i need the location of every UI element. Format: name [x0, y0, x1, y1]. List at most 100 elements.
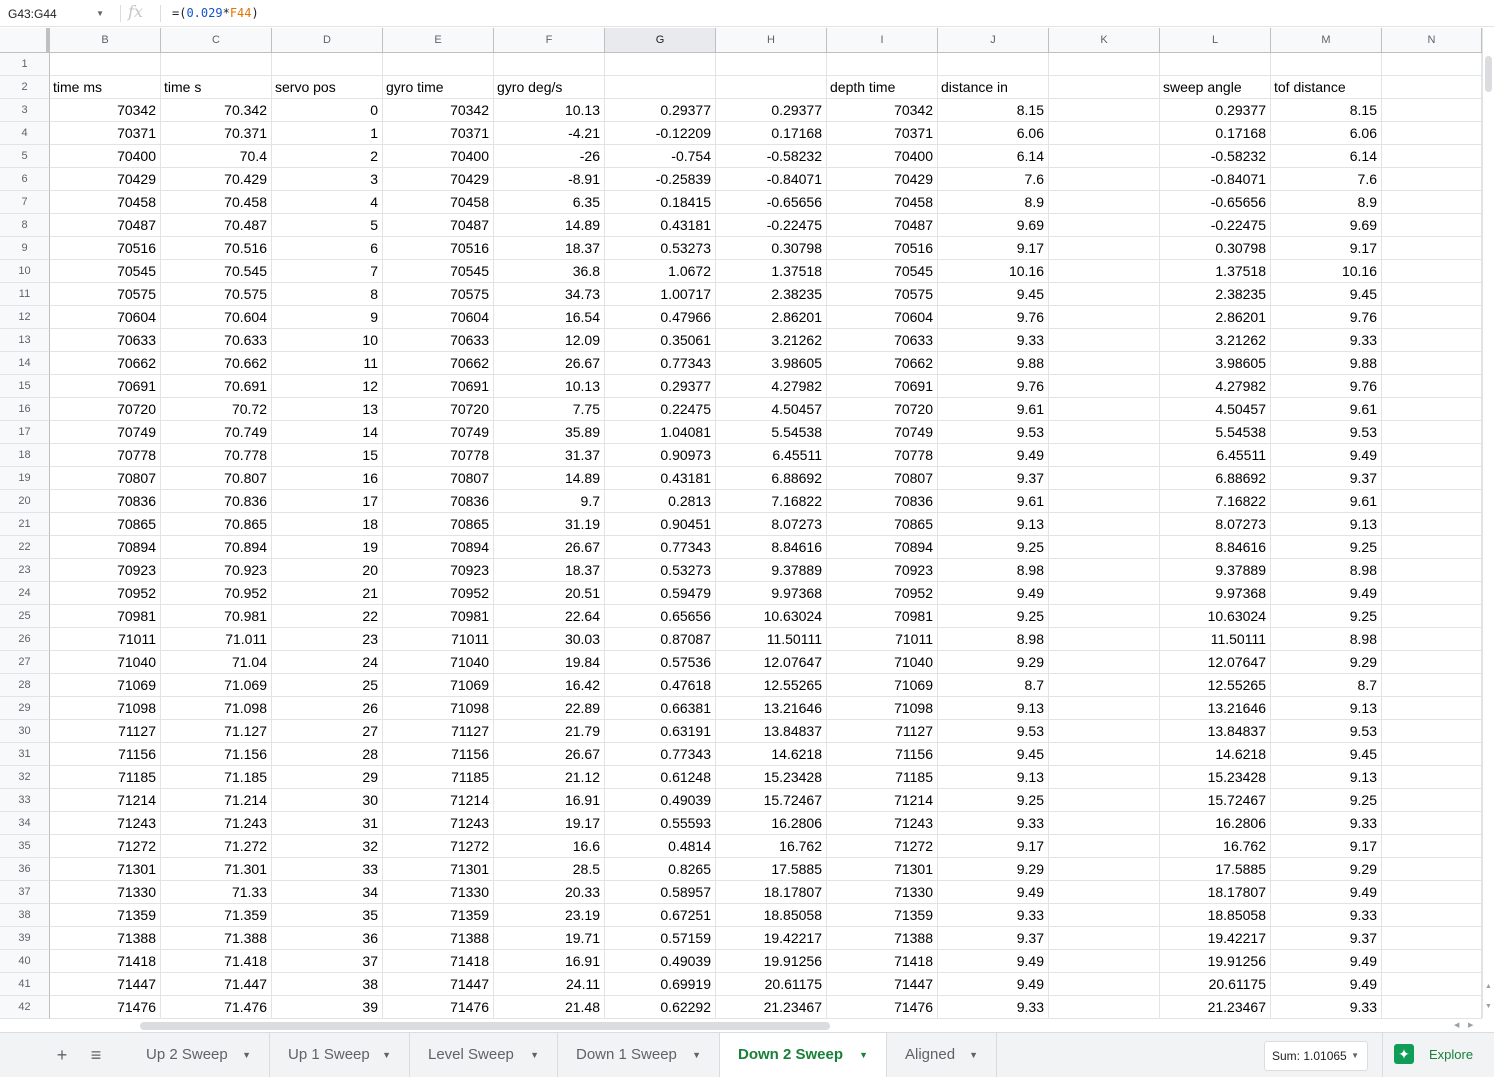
- table-cell[interactable]: [1382, 927, 1482, 950]
- table-cell[interactable]: 0.2813: [605, 490, 716, 513]
- table-cell[interactable]: 70778: [50, 444, 161, 467]
- table-cell[interactable]: [1382, 283, 1482, 306]
- table-cell[interactable]: [1049, 513, 1160, 536]
- table-cell[interactable]: [1382, 858, 1482, 881]
- table-cell[interactable]: 0.53273: [605, 559, 716, 582]
- table-cell[interactable]: [1049, 743, 1160, 766]
- row-header[interactable]: 28: [0, 674, 50, 697]
- table-cell[interactable]: 9: [272, 306, 383, 329]
- sheet-tab-aligned[interactable]: Aligned ▼: [887, 1033, 997, 1077]
- table-cell[interactable]: [1382, 720, 1482, 743]
- table-cell[interactable]: 70.662: [161, 352, 272, 375]
- table-cell[interactable]: 18: [272, 513, 383, 536]
- table-cell[interactable]: [1382, 444, 1482, 467]
- row-header[interactable]: 16: [0, 398, 50, 421]
- table-cell[interactable]: [1049, 398, 1160, 421]
- table-cell[interactable]: 0.29377: [605, 99, 716, 122]
- table-cell[interactable]: 70.923: [161, 559, 272, 582]
- table-cell[interactable]: 9.25: [1271, 605, 1382, 628]
- table-cell[interactable]: [1382, 789, 1482, 812]
- table-cell[interactable]: 9.33: [1271, 904, 1382, 927]
- table-cell[interactable]: [1382, 812, 1482, 835]
- row-header[interactable]: 7: [0, 191, 50, 214]
- table-cell[interactable]: -0.12209: [605, 122, 716, 145]
- table-cell[interactable]: [1382, 559, 1482, 582]
- table-cell[interactable]: 0.90973: [605, 444, 716, 467]
- table-cell[interactable]: 21: [272, 582, 383, 605]
- table-cell[interactable]: 0.43181: [605, 467, 716, 490]
- table-cell[interactable]: 71243: [827, 812, 938, 835]
- table-cell[interactable]: 16.42: [494, 674, 605, 697]
- table-cell[interactable]: 70662: [383, 352, 494, 375]
- table-cell[interactable]: 70691: [383, 375, 494, 398]
- table-cell[interactable]: 70429: [50, 168, 161, 191]
- table-cell[interactable]: [1382, 122, 1482, 145]
- explore-button[interactable]: ✦ Explore: [1382, 1033, 1494, 1077]
- table-cell[interactable]: 0.30798: [1160, 237, 1271, 260]
- table-cell[interactable]: 70575: [383, 283, 494, 306]
- column-title-cell[interactable]: [1382, 76, 1482, 99]
- scroll-up-icon[interactable]: ▲: [1485, 983, 1492, 990]
- table-cell[interactable]: 9.88: [1271, 352, 1382, 375]
- table-cell[interactable]: 0.87087: [605, 628, 716, 651]
- table-cell[interactable]: 9.17: [938, 835, 1049, 858]
- table-cell[interactable]: 21.23467: [716, 996, 827, 1019]
- table-cell[interactable]: 70400: [50, 145, 161, 168]
- column-title-cell[interactable]: gyro deg/s: [494, 76, 605, 99]
- chevron-down-icon[interactable]: ▼: [692, 1033, 701, 1077]
- table-cell[interactable]: 0.77343: [605, 743, 716, 766]
- table-cell[interactable]: 9.49: [938, 444, 1049, 467]
- table-cell[interactable]: 6.14: [938, 145, 1049, 168]
- column-title-cell[interactable]: sweep angle: [1160, 76, 1271, 99]
- table-cell[interactable]: 9.25: [938, 605, 1049, 628]
- table-cell[interactable]: [1382, 582, 1482, 605]
- table-cell[interactable]: [1049, 191, 1160, 214]
- table-cell[interactable]: -0.65656: [716, 191, 827, 214]
- table-cell[interactable]: 8.7: [1271, 674, 1382, 697]
- table-cell[interactable]: 71301: [827, 858, 938, 881]
- sheet-tab-down-2-sweep[interactable]: Down 2 Sweep ▼: [720, 1033, 887, 1077]
- table-cell[interactable]: 31: [272, 812, 383, 835]
- table-cell[interactable]: 3.21262: [1160, 329, 1271, 352]
- table-cell[interactable]: [1049, 168, 1160, 191]
- table-cell[interactable]: 71272: [827, 835, 938, 858]
- table-cell[interactable]: 9.45: [1271, 743, 1382, 766]
- table-cell[interactable]: 7.75: [494, 398, 605, 421]
- table-cell[interactable]: 71011: [827, 628, 938, 651]
- column-header-l[interactable]: L: [1160, 28, 1271, 52]
- table-cell[interactable]: 70429: [383, 168, 494, 191]
- table-cell[interactable]: 70.778: [161, 444, 272, 467]
- formula-input[interactable]: =(0.029*F44): [172, 6, 259, 20]
- table-cell[interactable]: 70749: [383, 421, 494, 444]
- table-cell[interactable]: 5: [272, 214, 383, 237]
- table-cell[interactable]: 33: [272, 858, 383, 881]
- table-cell[interactable]: 6.88692: [1160, 467, 1271, 490]
- table-cell[interactable]: -0.22475: [1160, 214, 1271, 237]
- table-cell[interactable]: 70545: [50, 260, 161, 283]
- table-cell[interactable]: 9.25: [1271, 789, 1382, 812]
- table-cell[interactable]: 8.84616: [1160, 536, 1271, 559]
- table-cell[interactable]: 9.33: [938, 996, 1049, 1019]
- table-cell[interactable]: 71301: [383, 858, 494, 881]
- table-cell[interactable]: 6.35: [494, 191, 605, 214]
- row-header[interactable]: 40: [0, 950, 50, 973]
- row-header[interactable]: 3: [0, 99, 50, 122]
- table-cell[interactable]: 71388: [383, 927, 494, 950]
- table-cell[interactable]: 4.27982: [716, 375, 827, 398]
- table-cell[interactable]: 20.61175: [1160, 973, 1271, 996]
- table-cell[interactable]: 70.342: [161, 99, 272, 122]
- table-cell[interactable]: 9.97368: [1160, 582, 1271, 605]
- vertical-scroll-thumb[interactable]: [1485, 56, 1492, 92]
- table-cell[interactable]: [1382, 398, 1482, 421]
- table-cell[interactable]: 2.38235: [716, 283, 827, 306]
- table-cell[interactable]: [1382, 536, 1482, 559]
- table-cell[interactable]: 9.49: [1271, 950, 1382, 973]
- table-cell[interactable]: [1049, 950, 1160, 973]
- table-cell[interactable]: 13.84837: [1160, 720, 1271, 743]
- table-cell[interactable]: 71156: [827, 743, 938, 766]
- table-cell[interactable]: 9.37889: [716, 559, 827, 582]
- table-cell[interactable]: 70.4: [161, 145, 272, 168]
- table-cell[interactable]: 9.49: [1271, 444, 1382, 467]
- table-cell[interactable]: 71127: [50, 720, 161, 743]
- row-header[interactable]: 36: [0, 858, 50, 881]
